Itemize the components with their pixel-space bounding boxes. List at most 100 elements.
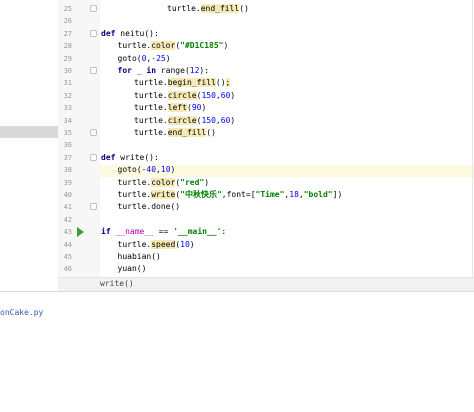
code-text: def write():: [101, 152, 159, 164]
code-token: ):: [199, 66, 210, 75]
line-number: 26: [63, 17, 72, 26]
code-line[interactable]: 29 goto(0,-25): [0, 53, 474, 65]
code-token: turtle.: [134, 78, 168, 88]
code-token: ]): [332, 190, 343, 199]
code-token: (): [215, 78, 226, 88]
code-token: ==: [153, 227, 174, 237]
code-token: (): [239, 4, 249, 13]
code-line[interactable]: 38 goto(-40,10): [0, 164, 474, 176]
line-number: 45: [63, 253, 72, 261]
line-number: 25: [63, 5, 72, 13]
code-line[interactable]: 37 def write():: [0, 152, 474, 164]
code-token: "bold": [303, 190, 333, 199]
line-number: 33: [63, 104, 72, 113]
fold-marker-icon[interactable]: [90, 5, 97, 12]
code-token: 60: [220, 90, 231, 100]
code-token: 18: [289, 190, 299, 199]
code-text: turtle.circle(150,60): [134, 90, 235, 102]
code-text: huabian(): [118, 251, 161, 263]
fold-marker-icon[interactable]: [90, 129, 97, 136]
code-token: end_fill: [167, 128, 207, 137]
code-line[interactable]: 33 turtle.left(90): [0, 102, 474, 114]
code-token: turtle.: [117, 190, 152, 199]
code-token: turtle.: [134, 128, 168, 137]
code-token: ():: [144, 152, 159, 162]
fold-marker-icon[interactable]: [90, 29, 97, 37]
code-line[interactable]: 32 turtle.circle(150,60): [0, 90, 474, 102]
code-token: speed: [151, 239, 176, 249]
line-number: 34: [63, 116, 72, 125]
code-line[interactable]: 41 turtle.done(): [0, 201, 474, 213]
code-token: if: [101, 227, 116, 237]
code-token: ): [201, 103, 207, 113]
code-token: ): [189, 239, 195, 249]
line-number: 35: [63, 129, 72, 137]
code-text: def neitu():: [101, 28, 159, 40]
code-token: "Time": [255, 190, 285, 199]
line-number: 43: [63, 228, 72, 237]
code-token: huabian(): [117, 252, 161, 261]
code-line[interactable]: 43 if __name__ == '__main__':: [0, 226, 474, 238]
code-line[interactable]: 34 turtle.circle(150,60): [0, 115, 474, 127]
code-token: '__main__': [173, 227, 222, 237]
code-token: ): [165, 53, 171, 63]
code-line[interactable]: 35 turtle.end_fill(): [0, 127, 474, 139]
code-text: goto(0,-25): [118, 53, 171, 65]
code-line[interactable]: 36: [0, 139, 474, 151]
line-number: 46: [63, 265, 72, 274]
line-number: 40: [63, 191, 72, 199]
code-line[interactable]: 46 yuan(): [0, 263, 474, 275]
code-token: turtle.: [117, 177, 152, 187]
code-token: 150: [201, 90, 216, 100]
code-token: left: [167, 103, 187, 113]
line-number: 29: [63, 54, 72, 63]
code-editor[interactable]: 25 turtle.end_fill() 26 27 def neitu(): 28 tur…: [0, 0, 474, 291]
code-text: turtle.end_fill(): [167, 3, 249, 15]
code-line[interactable]: 25 turtle.end_fill(): [0, 3, 474, 15]
code-line[interactable]: 26: [0, 15, 474, 27]
code-token: def: [101, 152, 121, 162]
code-token: write: [151, 190, 176, 199]
code-token: ): [230, 115, 236, 125]
code-token: circle: [167, 90, 197, 100]
code-line[interactable]: 30 for _ in range(12):: [0, 65, 474, 77]
code-line[interactable]: 31 turtle.begin_fill();: [0, 77, 474, 89]
code-text: turtle.color("red"): [117, 177, 209, 189]
code-token: "中秋快乐": [180, 190, 222, 199]
code-text: turtle.left(90): [134, 102, 206, 114]
code-line[interactable]: 39 turtle.color("red"): [0, 177, 474, 189]
line-number: 38: [63, 166, 72, 175]
code-token: 12: [189, 66, 200, 75]
code-token: goto(: [117, 53, 142, 63]
code-text: turtle.speed(10): [118, 239, 195, 251]
code-token: color: [151, 41, 176, 51]
code-token: turtle.: [117, 239, 152, 249]
code-token: -25: [151, 53, 166, 63]
code-text: turtle.circle(150,60): [134, 115, 235, 127]
code-token: "red": [180, 177, 205, 187]
breadcrumb[interactable]: write(): [100, 279, 134, 288]
code-line[interactable]: 44 turtle.speed(10): [0, 239, 474, 251]
code-token: end_fill: [200, 4, 240, 13]
code-token: ): [170, 165, 176, 175]
code-token: circle: [167, 115, 197, 125]
line-number: 28: [63, 42, 72, 51]
code-line[interactable]: 40 turtle.write("中秋快乐",font=["Time",18,"b…: [0, 189, 474, 201]
line-number: 27: [63, 29, 72, 38]
line-number: 42: [63, 215, 72, 224]
code-line[interactable]: 28 turtle.color("#D1C185"): [0, 40, 474, 52]
code-line[interactable]: 45 huabian(): [0, 251, 474, 263]
code-token: turtle.: [134, 115, 168, 125]
code-token: range(: [160, 66, 190, 75]
fold-marker-icon[interactable]: [90, 203, 97, 211]
code-token: 10: [180, 239, 190, 249]
code-line[interactable]: 42: [0, 214, 474, 226]
code-line[interactable]: 27 def neitu():: [0, 28, 474, 40]
run-script-path[interactable]: onCake.py: [0, 308, 43, 317]
code-text: yuan(): [118, 263, 147, 275]
fold-marker-icon[interactable]: [90, 67, 97, 74]
code-token: yuan(): [117, 264, 147, 274]
fold-marker-icon[interactable]: [90, 153, 97, 161]
panel-divider[interactable]: [0, 291, 474, 305]
run-gutter-icon[interactable]: [77, 227, 84, 238]
